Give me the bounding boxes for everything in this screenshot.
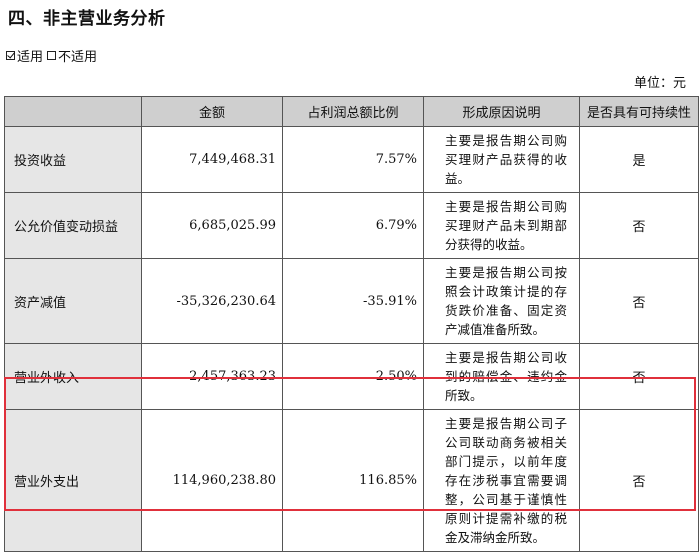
row-item: 营业外支出 — [4, 409, 142, 552]
table-header-row: 金额 占利润总额比例 形成原因说明 是否具有可持续性 — [4, 96, 699, 127]
row-amount: 6,685,025.99 — [141, 192, 283, 259]
row-item: 营业外收入 — [4, 343, 142, 410]
applicable-label: 适用 — [17, 50, 44, 65]
row-amount: 114,960,238.80 — [141, 409, 283, 552]
header-reason: 形成原因说明 — [423, 96, 580, 127]
row-ratio: -35.91% — [282, 258, 424, 344]
header-ratio: 占利润总额比例 — [282, 96, 424, 127]
row-reason: 主要是报告期公司购买理财产品获得的收益。 — [423, 126, 580, 193]
row-item: 公允价值变动损益 — [4, 192, 142, 259]
not-applicable-label: 不适用 — [58, 50, 98, 65]
row-ratio: 6.79% — [282, 192, 424, 259]
section-title: 四、非主营业务分析 — [8, 9, 166, 29]
non-core-business-table: 金额 占利润总额比例 形成原因说明 是否具有可持续性 投资收益 7,449,46… — [4, 96, 699, 552]
row-item: 投资收益 — [4, 126, 142, 193]
applicable-checkbox[interactable] — [6, 51, 15, 60]
not-applicable-checkbox[interactable] — [47, 51, 57, 60]
row-sustainable: 否 — [579, 409, 699, 552]
header-item — [4, 96, 142, 127]
table-row: 投资收益 7,449,468.31 7.57% 主要是报告期公司购买理财产品获得… — [4, 126, 699, 193]
row-amount: -35,326,230.64 — [141, 258, 283, 344]
row-sustainable: 否 — [579, 258, 699, 344]
table-row: 营业外支出 114,960,238.80 116.85% 主要是报告期公司子公司… — [4, 409, 699, 552]
table-row: 营业外收入 2,457,363.23 2.50% 主要是报告期公司收到的赔偿金、… — [4, 343, 699, 410]
unit-label: 单位：元 — [633, 76, 686, 91]
row-reason: 主要是报告期公司收到的赔偿金、违约金所致。 — [423, 343, 580, 410]
row-sustainable: 否 — [579, 192, 699, 259]
table-row: 公允价值变动损益 6,685,025.99 6.79% 主要是报告期公司购买理财… — [4, 192, 699, 259]
row-item: 资产减值 — [4, 258, 142, 344]
row-sustainable: 否 — [579, 343, 699, 410]
row-reason: 主要是报告期公司购买理财产品未到期部分获得的收益。 — [423, 192, 580, 259]
row-amount: 7,449,468.31 — [141, 126, 283, 193]
applicability-options: 适用 不适用 — [6, 46, 97, 65]
row-ratio: 7.57% — [282, 126, 424, 193]
row-reason: 主要是报告期公司按照会计政策计提的存货跌价准备、固定资产减值准备所致。 — [423, 258, 580, 344]
row-amount: 2,457,363.23 — [141, 343, 283, 410]
row-sustainable: 是 — [579, 126, 699, 193]
header-amount: 金额 — [141, 96, 283, 127]
row-reason: 主要是报告期公司子公司联动商务被相关部门提示，以前年度存在涉税事宜需要调整，公司… — [423, 409, 580, 552]
header-sustainable: 是否具有可持续性 — [579, 96, 699, 127]
row-ratio: 116.85% — [282, 409, 424, 552]
row-ratio: 2.50% — [282, 343, 424, 410]
table-row: 资产减值 -35,326,230.64 -35.91% 主要是报告期公司按照会计… — [4, 258, 699, 344]
